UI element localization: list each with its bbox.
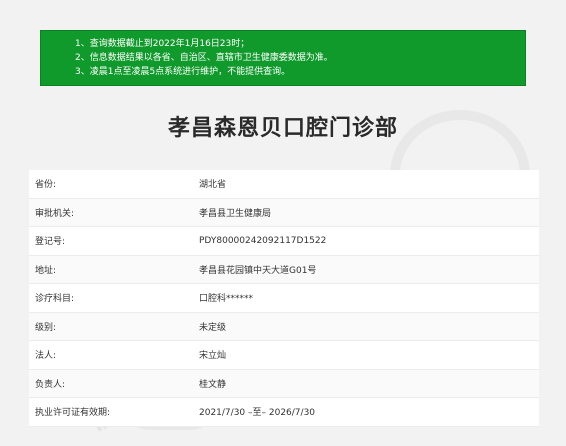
row-label: 登记号:	[35, 237, 66, 248]
row-value: 湖北省	[199, 180, 227, 191]
row-value: 孝昌县卫生健康局	[199, 208, 272, 219]
row-value: 2021/7/30 –至– 2026/7/30	[199, 408, 316, 419]
row-label: 级别:	[35, 322, 57, 333]
table-row: 地址: 孝昌县花园镇中天大道G01号	[29, 255, 539, 284]
table-row: 法人: 宋立灿	[29, 341, 539, 370]
row-label: 地址:	[35, 265, 57, 276]
row-value: 口腔科******	[199, 294, 254, 305]
row-label: 诊疗科目:	[35, 294, 75, 305]
row-value: 宋立灿	[199, 351, 227, 362]
page-title: 孝昌森恩贝口腔门诊部	[167, 116, 398, 141]
info-table: 省份: 湖北省 审批机关: 孝昌县卫生健康局 登记号: PDY800002420…	[29, 170, 539, 427]
row-label: 审批机关:	[35, 208, 75, 219]
row-value: 孝昌县花园镇中天大道G01号	[199, 265, 317, 276]
table-row: 诊疗科目: 口腔科******	[29, 284, 539, 313]
row-value: PDY80000242092117D1522	[199, 235, 327, 246]
table-row: 级别: 未定级	[29, 312, 539, 341]
table-row: 登记号: PDY80000242092117D1522	[29, 227, 539, 256]
notice-banner: 1、查询数据截止到2022年1月16日23时； 2、信息数据结果以各省、自治区、…	[40, 30, 526, 86]
row-label: 法人:	[35, 351, 57, 362]
notice-line: 2、信息数据结果以各省、自治区、直辖市卫生健康委数据为准。	[75, 53, 333, 63]
row-label: 省份:	[35, 180, 57, 191]
row-label: 执业许可证有效期:	[35, 408, 111, 419]
table-row: 执业许可证有效期: 2021/7/30 –至– 2026/7/30	[29, 398, 539, 427]
table-row: 负责人: 桂文静	[29, 369, 539, 398]
row-label: 负责人:	[35, 379, 66, 390]
table-row: 省份: 湖北省	[29, 170, 539, 199]
notice-line: 1、查询数据截止到2022年1月16日23时；	[75, 39, 250, 49]
table-row: 审批机关: 孝昌县卫生健康局	[29, 198, 539, 227]
row-value: 桂文静	[199, 379, 227, 390]
notice-line: 3、凌晨1点至凌晨5点系统进行维护，不能提供查询。	[75, 67, 291, 77]
row-value: 未定级	[199, 322, 227, 333]
